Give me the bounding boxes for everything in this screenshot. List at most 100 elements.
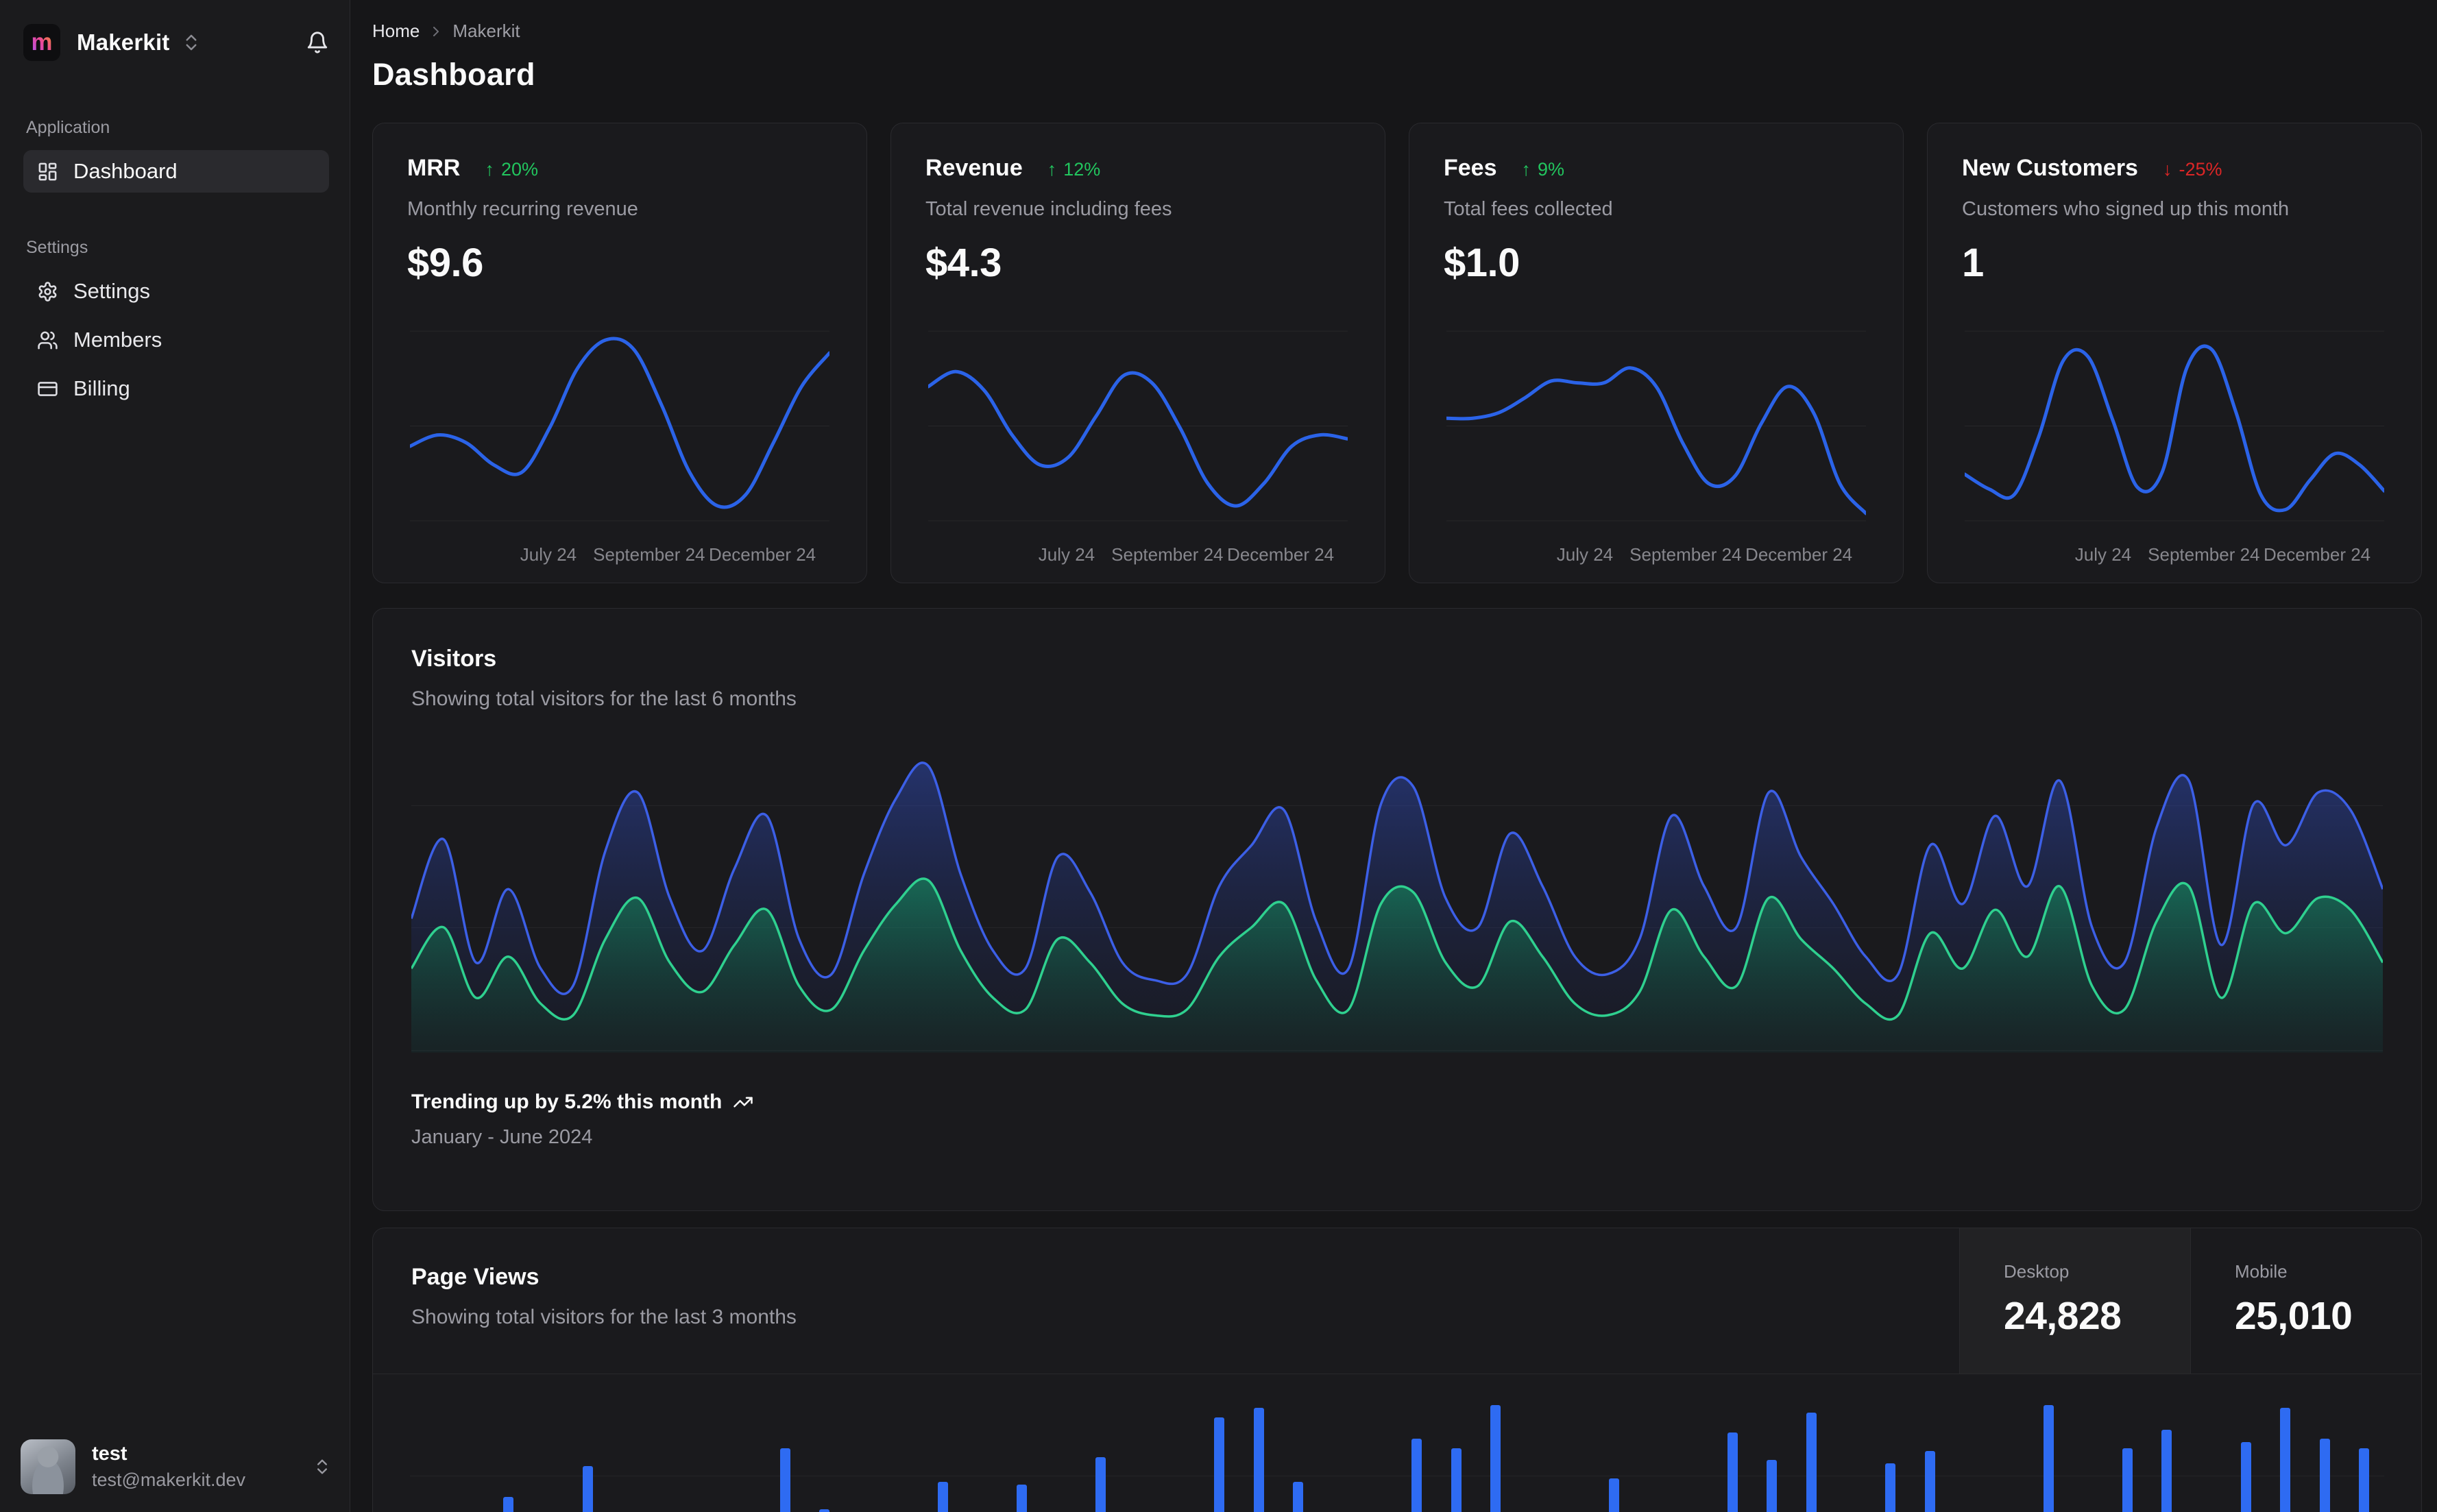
stat-subtitle: Total revenue including fees [925,198,1350,221]
sidebar-item-settings[interactable]: Settings [23,270,329,313]
page-views-bar [1490,1405,1501,1512]
stat-value: 1 [1962,240,2387,286]
page-views-bar [2280,1408,2290,1512]
bar-slot [607,1374,647,1512]
x-axis-labels: July 24 September 24 December 24 [410,535,829,577]
stat-card-fees: Fees ↑9% Total fees collected $1.0 July … [1409,123,1904,583]
stat-value: $9.6 [407,240,832,286]
page-views-bar [1017,1485,1027,1512]
page-views-bar [2122,1448,2133,1512]
bar-slot [2266,1374,2305,1512]
new-customers-sparkline-chart [1928,321,2421,531]
desktop-stat-label: Desktop [2004,1261,2190,1282]
svg-text:m: m [32,29,53,56]
stat-title: New Customers [1962,155,2138,182]
x-tick: September 24 [593,544,705,565]
sidebar-item-members[interactable]: Members [23,319,329,361]
visitors-card: Visitors Showing total visitors for the … [372,608,2422,1211]
bar-slot [1200,1374,1239,1512]
page-views-bar [1609,1478,1619,1512]
chevrons-up-down-icon [181,32,202,53]
page-views-bar [1451,1448,1462,1512]
trend-down-icon: ↓ [2163,159,2172,180]
bar-slot [1950,1374,1989,1512]
page-views-bar [503,1497,513,1512]
mobile-stat-toggle[interactable]: Mobile 25,010 [2190,1228,2421,1374]
trend-value: -25% [2179,159,2222,180]
desktop-stat-value: 24,828 [2004,1293,2190,1339]
x-tick: December 24 [1745,544,1852,565]
page-views-bar [2161,1430,2172,1512]
bar-slot [2305,1374,2345,1512]
stat-card-mrr: MRR ↑20% Monthly recurring revenue $9.6 … [372,123,867,583]
stat-subtitle: Monthly recurring revenue [407,198,832,221]
x-tick: September 24 [1629,544,1741,565]
bar-slot [2147,1374,2187,1512]
desktop-stat-toggle[interactable]: Desktop 24,828 [1959,1228,2190,1374]
x-axis-labels: July 24 September 24 December 24 [928,535,1348,577]
page-views-bar [583,1466,593,1512]
workspace-selector[interactable]: m Makerkit [23,21,329,64]
visitors-trend-text: Trending up by 5.2% this month [411,1090,722,1114]
breadcrumb-home-link[interactable]: Home [372,21,420,42]
trend-up-icon: ↑ [1047,159,1057,180]
stat-title: Revenue [925,155,1023,182]
user-menu[interactable]: test test@makerkit.dev [21,1439,332,1494]
page-views-bar [1925,1451,1935,1512]
bar-slot [1397,1374,1437,1512]
trend-badge: ↑9% [1522,159,1565,180]
stat-title: MRR [407,155,460,182]
sidebar-item-dashboard[interactable]: Dashboard [23,150,329,193]
bar-slot [450,1374,489,1512]
bar-slot [1278,1374,1318,1512]
x-tick: December 24 [1227,544,1334,565]
breadcrumb: Home Makerkit [372,21,2422,42]
bar-slot [2187,1374,2227,1512]
x-tick: September 24 [2148,544,2259,565]
page-views-bar [780,1448,790,1512]
bar-slot [1160,1374,1200,1512]
trend-value: 9% [1538,159,1564,180]
sidebar-item-label: Settings [73,279,150,304]
mobile-stat-value: 25,010 [2235,1293,2421,1339]
stat-card-new-customers: New Customers ↓-25% Customers who signed… [1927,123,2422,583]
bar-slot [884,1374,923,1512]
users-icon [37,330,58,351]
stat-cards-row: MRR ↑20% Monthly recurring revenue $9.6 … [372,123,2422,583]
page-views-bar [1767,1460,1777,1512]
x-tick: July 24 [520,544,577,565]
page-views-card: Page Views Showing total visitors for th… [372,1228,2422,1512]
bar-slot [1634,1374,1673,1512]
x-tick: July 24 [1039,544,1095,565]
bar-slot [1476,1374,1516,1512]
page-views-bar [1214,1417,1224,1512]
page-views-bar [1885,1463,1895,1512]
trend-badge: ↑ 20% [485,159,538,180]
trending-up-icon [733,1092,753,1112]
bar-slot [923,1374,963,1512]
notifications-bell-icon[interactable] [306,31,329,54]
bar-slot [1555,1374,1595,1512]
fees-sparkline-chart [1409,321,1903,531]
bar-slot [647,1374,687,1512]
sidebar-item-label: Dashboard [73,159,178,184]
trend-value: 20% [501,159,538,180]
stat-value: $1.0 [1444,240,1869,286]
sidebar-section-settings: Settings [23,238,329,258]
trend-up-icon: ↑ [485,159,494,180]
bar-slot [2344,1374,2384,1512]
bar-slot [1673,1374,1713,1512]
sidebar-item-billing[interactable]: Billing [23,367,329,410]
page-views-title: Page Views [411,1264,1921,1291]
page-views-bar [938,1482,948,1512]
page-views-bar [1727,1432,1738,1512]
page-views-bar [1411,1439,1422,1512]
x-axis-labels: July 24 September 24 December 24 [1965,535,2384,577]
stat-value: $4.3 [925,240,1350,286]
bar-slot [1357,1374,1397,1512]
bar-slot [1911,1374,1950,1512]
bar-slot [1516,1374,1555,1512]
trend-badge: ↑12% [1047,159,1101,180]
bar-slot [1752,1374,1792,1512]
bar-slot [1239,1374,1278,1512]
